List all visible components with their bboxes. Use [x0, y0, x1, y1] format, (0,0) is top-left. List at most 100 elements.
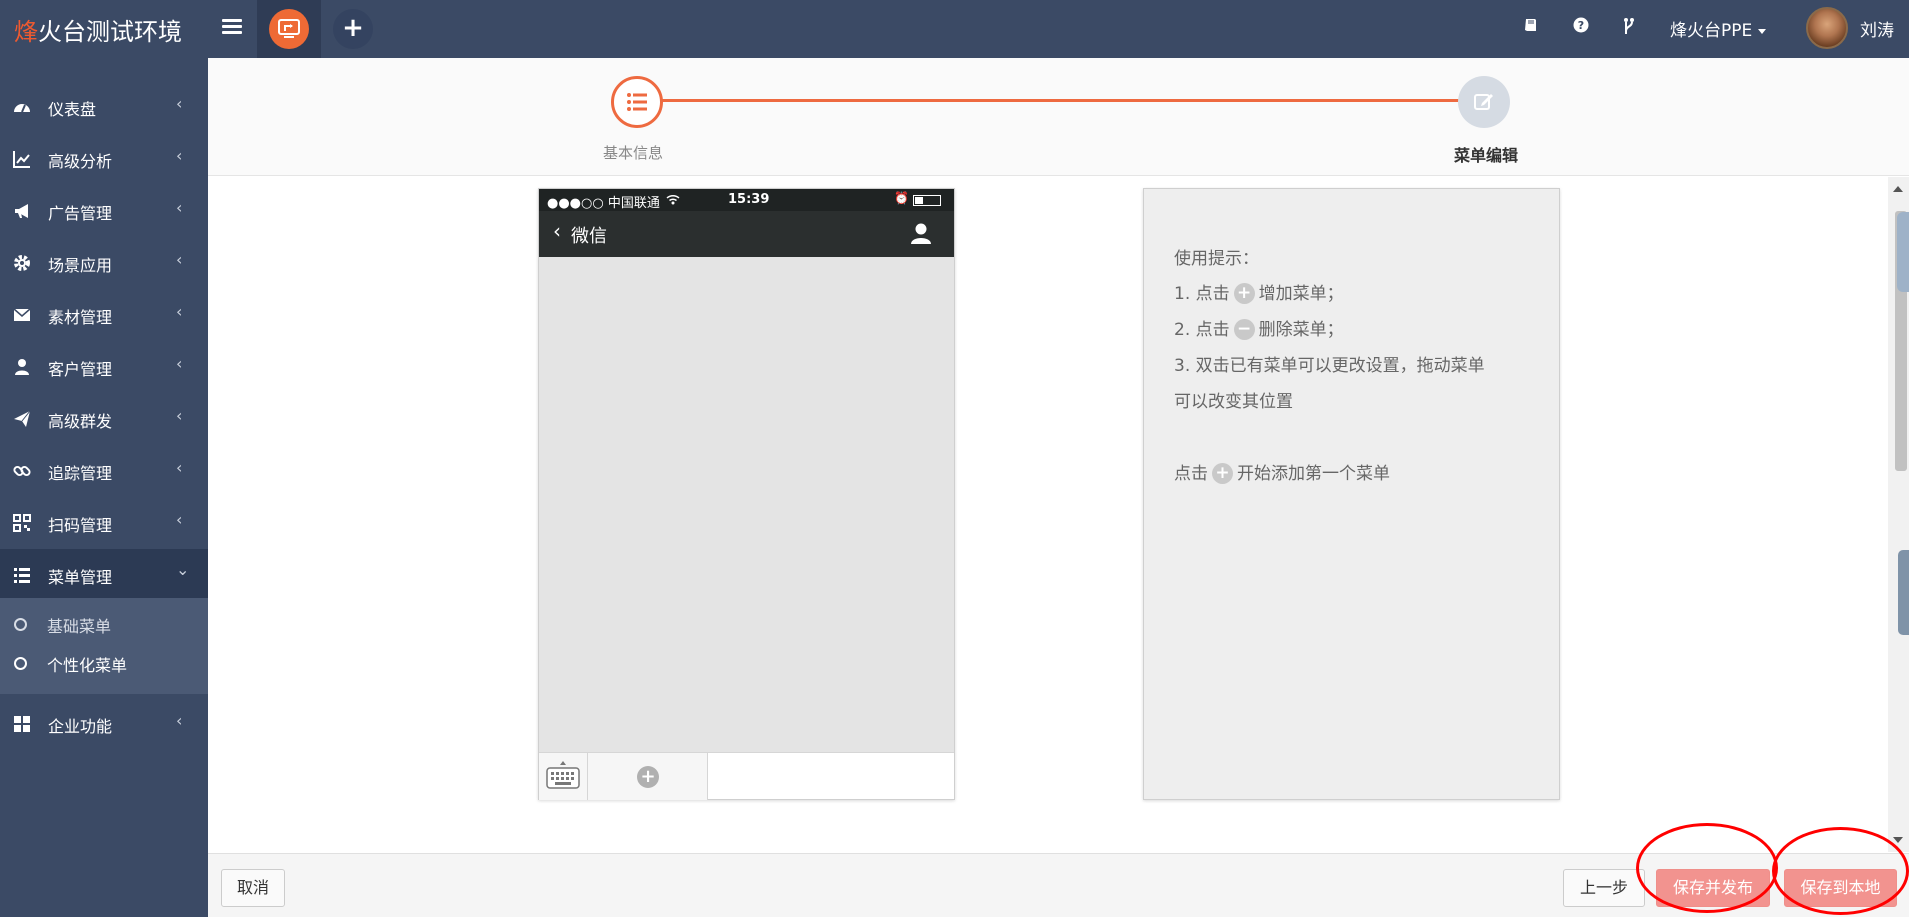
scroll-up-icon[interactable]: [1893, 186, 1903, 192]
user-icon: [15, 359, 29, 375]
submenu-item-personalized-menu[interactable]: 个性化菜单: [0, 645, 208, 681]
keyboard-icon: [546, 761, 580, 789]
tips-line-2: 2. 点击 − 删除菜单；: [1174, 315, 1344, 340]
minus-circle-icon: −: [1233, 319, 1255, 340]
side-widget[interactable]: [1897, 212, 1909, 292]
add-menu-icon[interactable]: +: [637, 766, 659, 788]
tips-start-suffix: 开始添加第一个菜单: [1237, 464, 1390, 484]
sidebar-item-scenes[interactable]: 场景应用 ‹: [0, 237, 208, 289]
wifi-icon: [666, 194, 680, 205]
tips-start-prefix: 点击: [1174, 464, 1208, 484]
sidebar-item-tracking[interactable]: 追踪管理 ‹: [0, 445, 208, 497]
phone-menu-bar: +: [539, 752, 954, 800]
sidebar-item-qrcode[interactable]: 扫码管理 ‹: [0, 497, 208, 549]
sidebar-item-label: 客户管理: [48, 360, 113, 379]
scroll-down-icon[interactable]: [1893, 837, 1903, 843]
battery-icon: [913, 195, 941, 206]
sidebar-item-label: 扫码管理: [48, 516, 113, 535]
chevron-left-icon: ‹: [176, 711, 183, 730]
tips-line-2-suffix: 删除菜单；: [1258, 320, 1344, 340]
add-menu-cell[interactable]: +: [588, 753, 708, 800]
sidebar-item-label: 高级分析: [48, 152, 113, 171]
annotation-circle: [1636, 823, 1778, 913]
back-chevron-icon[interactable]: ‹: [553, 219, 561, 243]
step-basic-info[interactable]: [611, 76, 663, 128]
wizard-stepper: 基本信息 菜单编辑: [208, 58, 1909, 176]
menu-toggle-icon[interactable]: [222, 16, 242, 38]
chevron-down-icon: ⌄: [176, 560, 190, 579]
grid-icon: [14, 716, 30, 732]
wechat-header: ‹ 微信: [539, 211, 954, 257]
tips-line-1-suffix: 增加菜单；: [1258, 284, 1344, 304]
tips-start: 点击 + 开始添加第一个菜单: [1174, 459, 1390, 484]
cancel-button[interactable]: 取消: [221, 869, 285, 907]
submenu-item-basic-menu[interactable]: 基础菜单: [0, 606, 208, 642]
chevron-left-icon: ‹: [176, 458, 183, 477]
app-switcher[interactable]: [257, 0, 321, 58]
edit-icon: [1474, 94, 1493, 110]
person-icon[interactable]: [909, 221, 933, 245]
chevron-left-icon: ‹: [176, 510, 183, 529]
sidebar-item-label: 广告管理: [48, 204, 113, 223]
sidebar-item-label: 场景应用: [48, 256, 113, 275]
book-icon[interactable]: [1521, 17, 1541, 39]
sidebar-item-dashboard[interactable]: 仪表盘 ‹: [0, 81, 208, 133]
sidebar-item-ads[interactable]: 广告管理 ‹: [0, 185, 208, 237]
submenu-item-label: 基础菜单: [47, 617, 112, 636]
step-basic-info-label: 基本信息: [603, 144, 664, 162]
top-navbar: 烽火台测试环境 + ? 烽火台PPE 刘涛: [0, 0, 1909, 58]
list-icon: [627, 93, 647, 111]
usage-tips-panel: 使用提示： 1. 点击 + 增加菜单； 2. 点击 − 删除菜单； 3. 双击已有菜单可…: [1143, 188, 1560, 800]
send-icon: [14, 410, 31, 427]
side-widget-2[interactable]: [1898, 550, 1909, 635]
wechat-title: 微信: [571, 226, 607, 247]
brand-accent-char: 烽: [14, 18, 38, 46]
branch-icon[interactable]: [1619, 17, 1639, 39]
brand-title[interactable]: 烽火台测试环境: [14, 12, 182, 47]
keyboard-toggle[interactable]: [539, 753, 588, 800]
sidebar-item-analytics[interactable]: 高级分析 ‹: [0, 133, 208, 185]
step-menu-edit-label: 菜单编辑: [1454, 146, 1519, 165]
add-button[interactable]: +: [333, 9, 373, 49]
sidebar-item-label: 高级群发: [48, 412, 113, 431]
username[interactable]: 刘涛: [1860, 16, 1894, 41]
alarm-icon: ⏰: [894, 191, 909, 205]
sidebar-item-menu-management[interactable]: 菜单管理 ⌄: [0, 549, 208, 601]
tips-line-3b: 可以改变其位置: [1174, 392, 1293, 412]
list-icon: [14, 568, 30, 583]
circle-icon: [14, 657, 27, 670]
previous-step-button[interactable]: 上一步: [1563, 869, 1645, 907]
app-logo-icon: [269, 9, 309, 49]
sidebar-item-enterprise[interactable]: 企业功能 ‹: [0, 698, 208, 750]
tips-line-3a: 3. 双击已有菜单可以更改设置，拖动菜单: [1174, 356, 1485, 376]
chevron-left-icon: ‹: [176, 302, 183, 321]
user-avatar[interactable]: [1806, 7, 1848, 49]
circle-icon: [14, 618, 27, 631]
bullhorn-icon: [15, 204, 28, 218]
step-menu-edit[interactable]: [1458, 76, 1510, 128]
phone-status-bar: ●●●○○ 中国联通 15:39 ⏰: [539, 189, 954, 211]
chevron-left-icon: ‹: [176, 406, 183, 425]
gear-icon: [14, 255, 30, 271]
chevron-left-icon: ‹: [176, 146, 183, 165]
caret-down-icon: [1758, 28, 1767, 34]
phone-preview: ●●●○○ 中国联通 15:39 ⏰ ‹ 微信 +: [538, 188, 955, 800]
sidebar-item-customers[interactable]: 客户管理 ‹: [0, 341, 208, 393]
tips-line-2-prefix: 2. 点击: [1174, 320, 1230, 340]
chevron-left-icon: ‹: [176, 354, 183, 373]
tips-line-1-prefix: 1. 点击: [1174, 284, 1230, 304]
sidebar-item-mass-send[interactable]: 高级群发 ‹: [0, 393, 208, 445]
dashboard-icon: [14, 104, 30, 113]
sidebar-item-label: 企业功能: [48, 717, 113, 736]
help-icon[interactable]: ?: [1571, 17, 1591, 39]
carrier-text: ●●●○○ 中国联通: [547, 196, 660, 211]
chevron-left-icon: ‹: [176, 250, 183, 269]
phone-time: 15:39: [728, 192, 770, 207]
sidebar-item-materials[interactable]: 素材管理 ‹: [0, 289, 208, 341]
submenu-menu-management: 基础菜单 个性化菜单: [0, 598, 208, 694]
sidebar-item-label: 素材管理: [48, 308, 113, 327]
plus-circle-icon[interactable]: +: [1212, 463, 1233, 484]
project-dropdown[interactable]: 烽火台PPE: [1670, 16, 1767, 41]
sidebar-item-label: 菜单管理: [48, 568, 113, 587]
tips-heading: 使用提示：: [1174, 249, 1259, 269]
